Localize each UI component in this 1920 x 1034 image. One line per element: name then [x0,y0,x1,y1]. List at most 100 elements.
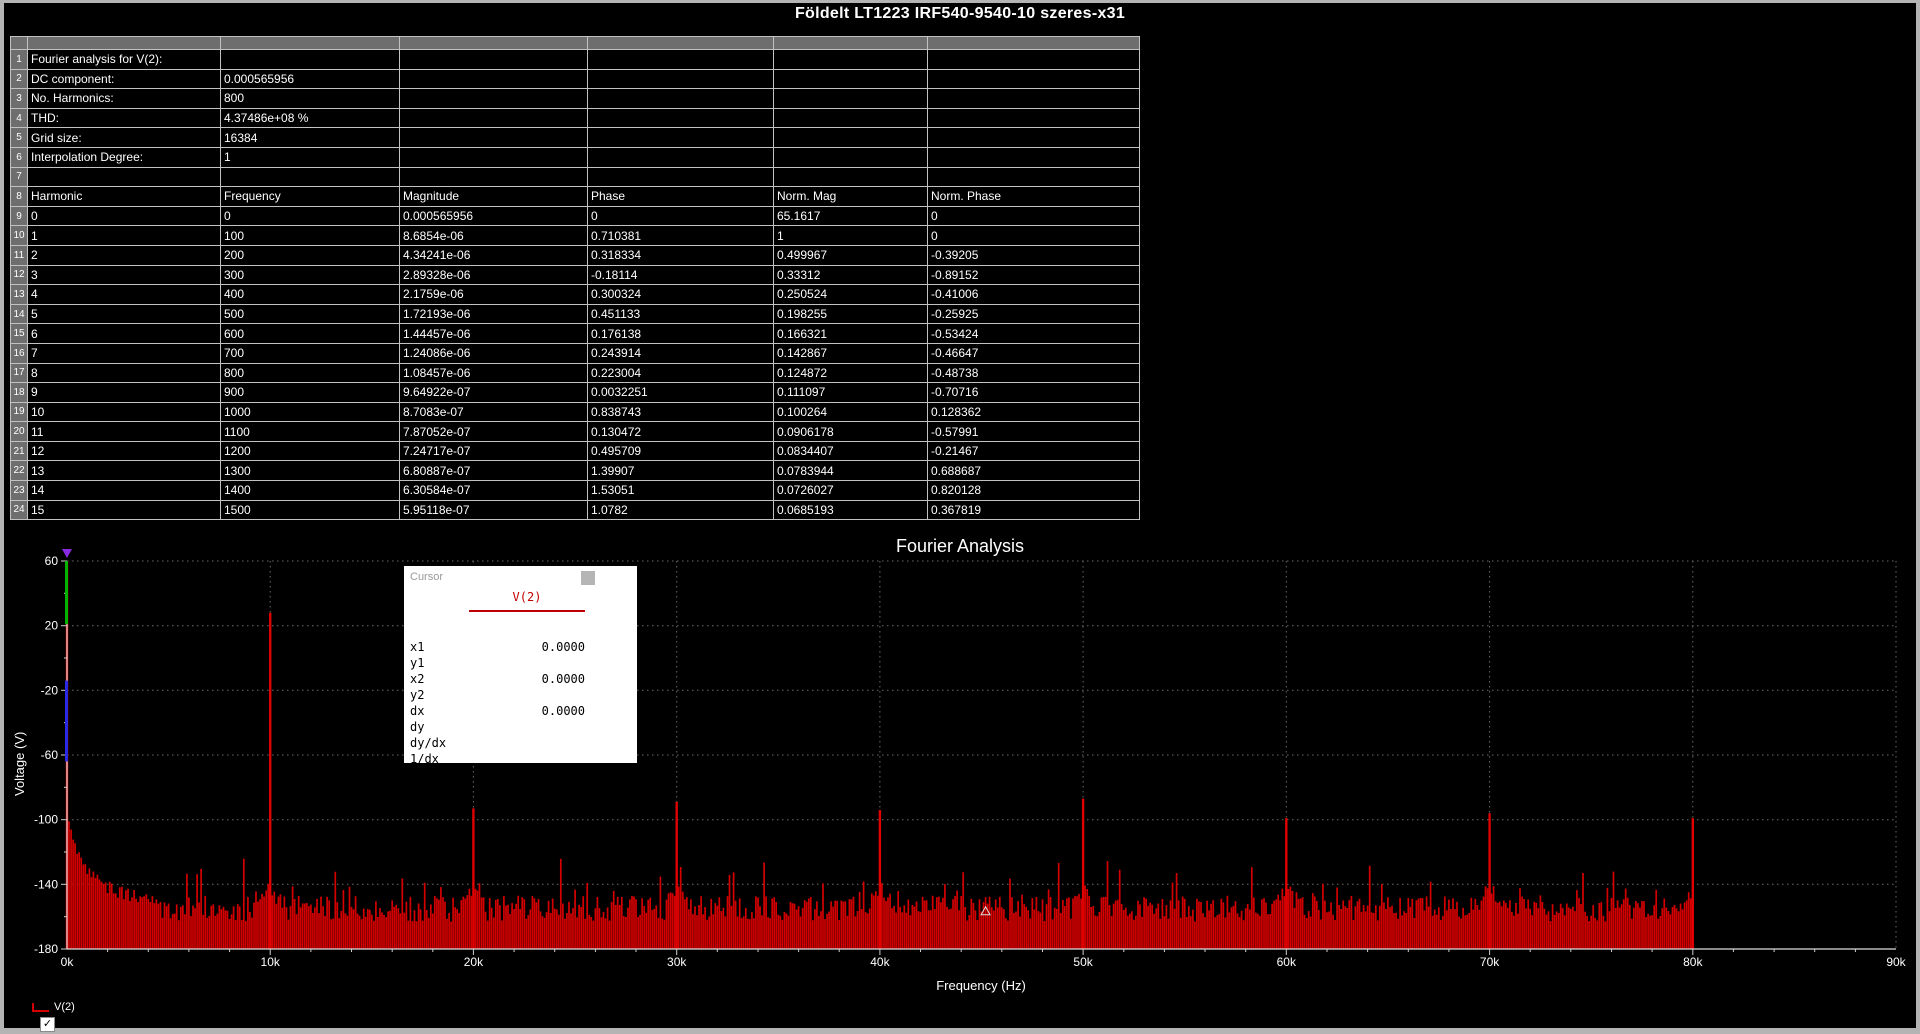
table-cell[interactable]: 0.142867 [774,343,928,363]
table-cell[interactable] [928,89,1140,109]
table-cell[interactable]: 7.24717e-07 [400,441,588,461]
row-number[interactable]: 19 [11,402,28,422]
table-cell[interactable]: 0.0783944 [774,461,928,481]
table-cell[interactable]: 300 [221,265,400,285]
table-cell[interactable]: 0.000565956 [221,69,400,89]
table-cell[interactable]: 1.08457e-06 [400,363,588,383]
row-number[interactable]: 23 [11,481,28,501]
table-cell[interactable] [588,128,774,148]
row-number[interactable]: 11 [11,245,28,265]
table-cell[interactable] [588,89,774,109]
table-cell[interactable]: THD: [28,108,221,128]
table-cell[interactable]: 0.250524 [774,285,928,305]
table-cell[interactable]: 4.34241e-06 [400,245,588,265]
table-cell[interactable] [588,147,774,167]
table-cell[interactable]: 0.820128 [928,481,1140,501]
table-cell[interactable]: 9 [28,383,221,403]
table-cell[interactable]: Grid size: [28,128,221,148]
table-cell[interactable]: 0.198255 [774,304,928,324]
row-number[interactable]: 12 [11,265,28,285]
table-cell[interactable]: 700 [221,343,400,363]
table-cell[interactable] [928,108,1140,128]
row-number[interactable]: 20 [11,422,28,442]
row-number[interactable]: 10 [11,226,28,246]
table-cell[interactable] [588,69,774,89]
table-cell[interactable] [928,50,1140,70]
table-cell[interactable]: Harmonic [28,187,221,207]
table-cell[interactable]: -0.39205 [928,245,1140,265]
table-cell[interactable]: 13 [28,461,221,481]
table-cell[interactable]: 0 [928,206,1140,226]
table-cell[interactable]: 11 [28,422,221,442]
row-number[interactable]: 21 [11,441,28,461]
table-cell[interactable]: 5 [28,304,221,324]
table-cell[interactable]: 600 [221,324,400,344]
table-cell[interactable]: No. Harmonics: [28,89,221,109]
table-cell[interactable] [928,128,1140,148]
table-cell[interactable]: 6.30584e-07 [400,481,588,501]
table-cell[interactable]: 0.128362 [928,402,1140,422]
table-cell[interactable]: Phase [588,187,774,207]
table-cell[interactable]: 900 [221,383,400,403]
table-cell[interactable]: 0.0685193 [774,500,928,520]
row-number[interactable]: 6 [11,147,28,167]
table-cell[interactable]: 0.0906178 [774,422,928,442]
table-cell[interactable]: 0.243914 [588,343,774,363]
table-cell[interactable]: 5.95118e-07 [400,500,588,520]
table-cell[interactable]: -0.89152 [928,265,1140,285]
table-cell[interactable]: 0.33312 [774,265,928,285]
cursor-top-marker-icon[interactable] [62,549,72,558]
row-number[interactable]: 4 [11,108,28,128]
table-cell[interactable] [400,69,588,89]
table-cell[interactable]: 2.89328e-06 [400,265,588,285]
table-cell[interactable]: Norm. Phase [928,187,1140,207]
table-cell[interactable] [221,167,400,187]
table-cell[interactable]: 4 [28,285,221,305]
table-cell[interactable]: 400 [221,285,400,305]
row-number[interactable]: 2 [11,69,28,89]
table-cell[interactable]: -0.25925 [928,304,1140,324]
table-cell[interactable]: 3 [28,265,221,285]
table-cell[interactable]: 65.1617 [774,206,928,226]
table-cell[interactable]: 0.710381 [588,226,774,246]
row-number[interactable]: 7 [11,167,28,187]
row-number[interactable]: 1 [11,50,28,70]
column-header-cell[interactable] [588,37,774,50]
table-cell[interactable]: 4.37486e+08 % [221,108,400,128]
table-cell[interactable]: 0.0834407 [774,441,928,461]
table-cell[interactable]: 0.495709 [588,441,774,461]
legend-checkbox[interactable]: ✓ [40,1017,55,1032]
row-number[interactable]: 3 [11,89,28,109]
table-cell[interactable]: 7 [28,343,221,363]
table-cell[interactable]: 16384 [221,128,400,148]
table-cell[interactable]: 1500 [221,500,400,520]
table-cell[interactable]: 1.39907 [588,461,774,481]
table-cell[interactable]: 2.1759e-06 [400,285,588,305]
table-cell[interactable]: 8.6854e-06 [400,226,588,246]
table-cell[interactable] [774,89,928,109]
table-cell[interactable]: 100 [221,226,400,246]
table-cell[interactable]: -0.57991 [928,422,1140,442]
table-cell[interactable]: 0 [588,206,774,226]
table-cell[interactable]: 9.64922e-07 [400,383,588,403]
table-cell[interactable] [221,50,400,70]
table-cell[interactable] [28,167,221,187]
table-cell[interactable]: 6 [28,324,221,344]
table-cell[interactable] [774,108,928,128]
table-cell[interactable] [588,167,774,187]
table-cell[interactable] [588,50,774,70]
table-cell[interactable] [400,147,588,167]
row-number[interactable]: 24 [11,500,28,520]
table-cell[interactable]: Magnitude [400,187,588,207]
table-cell[interactable]: 0.688687 [928,461,1140,481]
table-cell[interactable]: 0.111097 [774,383,928,403]
table-cell[interactable]: 0.130472 [588,422,774,442]
row-number[interactable]: 15 [11,324,28,344]
table-cell[interactable]: 0.124872 [774,363,928,383]
table-cell[interactable]: 1.44457e-06 [400,324,588,344]
row-number[interactable]: 8 [11,187,28,207]
table-cell[interactable]: -0.41006 [928,285,1140,305]
table-cell[interactable]: 0 [28,206,221,226]
table-cell[interactable] [400,89,588,109]
row-number[interactable]: 13 [11,285,28,305]
